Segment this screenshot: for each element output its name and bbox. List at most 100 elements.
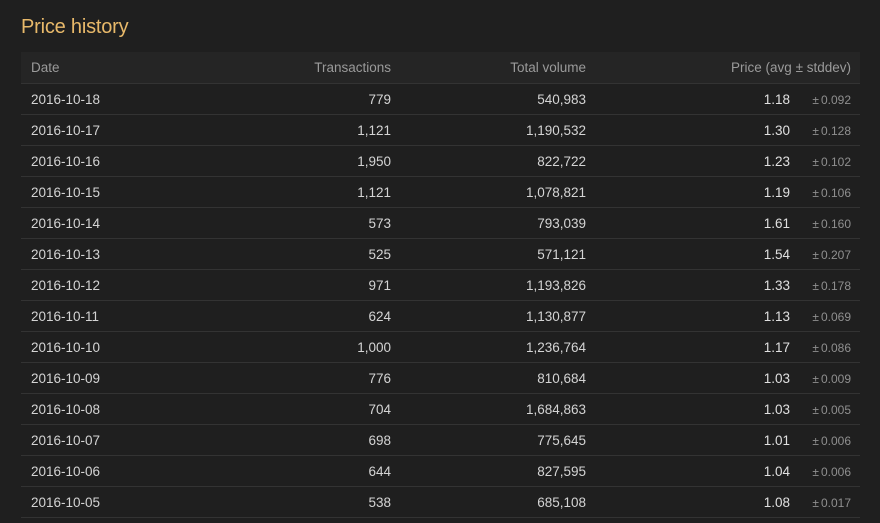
plus-minus-symbol: ±	[812, 433, 819, 448]
cell-date: 2016-10-06	[21, 455, 221, 487]
stddev-value: 0.106	[820, 185, 851, 200]
cell-transactions: 971	[221, 269, 391, 301]
price-average: 1.03	[763, 401, 790, 417]
plus-minus-symbol: ±	[812, 464, 819, 479]
cell-price: 1.13 ±0.069	[586, 300, 860, 332]
cell-date: 2016-10-12	[21, 269, 221, 301]
cell-total-volume: 775,645	[391, 424, 586, 456]
cell-total-volume: 1,190,532	[391, 114, 586, 146]
cell-total-volume: 793,039	[391, 207, 586, 239]
table-header: Date Transactions Total volume Price (av…	[21, 52, 860, 84]
cell-price: 1.19 ±0.106	[586, 176, 860, 208]
price-average: 1.23	[763, 153, 790, 169]
plus-minus-symbol: ±	[812, 216, 819, 231]
stddev-value: 0.006	[820, 433, 851, 448]
price-average: 1.18	[763, 91, 790, 107]
price-stddev: ±0.069	[790, 310, 851, 324]
price-average: 1.54	[763, 246, 790, 262]
column-header-transactions[interactable]: Transactions	[221, 52, 391, 84]
price-stddev: ±0.102	[790, 155, 851, 169]
stddev-value: 0.092	[820, 92, 851, 107]
table-row: 2016-10-11 624 1,130,877 1.13 ±0.069	[21, 300, 860, 332]
plus-minus-symbol: ±	[812, 247, 819, 262]
cell-total-volume: 1,236,764	[391, 331, 586, 363]
cell-transactions: 704	[221, 393, 391, 425]
cell-price: 1.17 ±0.086	[586, 331, 860, 363]
price-average: 1.17	[763, 339, 790, 355]
cell-transactions: 1,121	[221, 114, 391, 146]
price-stddev: ±0.006	[790, 434, 851, 448]
cell-date: 2016-10-14	[21, 207, 221, 239]
plus-minus-symbol: ±	[812, 123, 819, 138]
table-row: 2016-10-07 698 775,645 1.01 ±0.006	[21, 424, 860, 456]
cell-price: 1.54 ±0.207	[586, 238, 860, 270]
stddev-value: 0.005	[820, 402, 851, 417]
stddev-value: 0.128	[820, 123, 851, 138]
cell-total-volume: 822,722	[391, 145, 586, 177]
plus-minus-symbol: ±	[812, 309, 819, 324]
price-stddev: ±0.017	[790, 496, 851, 510]
stddev-value: 0.006	[820, 464, 851, 479]
cell-total-volume: 540,983	[391, 83, 586, 115]
table-row: 2016-10-16 1,950 822,722 1.23 ±0.102	[21, 145, 860, 177]
table-row: 2016-10-17 1,121 1,190,532 1.30 ±0.128	[21, 114, 860, 146]
cell-date: 2016-10-13	[21, 238, 221, 270]
price-stddev: ±0.178	[790, 279, 851, 293]
stddev-value: 0.069	[820, 309, 851, 324]
plus-minus-symbol: ±	[812, 402, 819, 417]
cell-total-volume: 1,130,877	[391, 300, 586, 332]
cell-date: 2016-10-16	[21, 145, 221, 177]
price-average: 1.04	[763, 463, 790, 479]
cell-date: 2016-10-05	[21, 486, 221, 518]
cell-price: 1.08 ±0.017	[586, 486, 860, 518]
price-history-table-container: Date Transactions Total volume Price (av…	[21, 52, 860, 518]
table-row: 2016-10-14 573 793,039 1.61 ±0.160	[21, 207, 860, 239]
table-row: 2016-10-09 776 810,684 1.03 ±0.009	[21, 362, 860, 394]
stddev-value: 0.160	[820, 216, 851, 231]
cell-price: 1.61 ±0.160	[586, 207, 860, 239]
plus-minus-symbol: ±	[812, 371, 819, 386]
cell-date: 2016-10-18	[21, 83, 221, 115]
column-header-price[interactable]: Price (avg ± stddev)	[586, 52, 860, 84]
price-stddev: ±0.086	[790, 341, 851, 355]
price-average: 1.19	[763, 184, 790, 200]
column-header-date[interactable]: Date	[21, 52, 221, 84]
table-row: 2016-10-06 644 827,595 1.04 ±0.006	[21, 455, 860, 487]
price-stddev: ±0.006	[790, 465, 851, 479]
price-history-table: Date Transactions Total volume Price (av…	[21, 52, 860, 518]
cell-transactions: 1,000	[221, 331, 391, 363]
price-average: 1.03	[763, 370, 790, 386]
cell-transactions: 644	[221, 455, 391, 487]
cell-price: 1.18 ±0.092	[586, 83, 860, 115]
cell-price: 1.03 ±0.005	[586, 393, 860, 425]
cell-total-volume: 1,684,863	[391, 393, 586, 425]
cell-total-volume: 571,121	[391, 238, 586, 270]
cell-total-volume: 1,078,821	[391, 176, 586, 208]
cell-price: 1.04 ±0.006	[586, 455, 860, 487]
table-row: 2016-10-10 1,000 1,236,764 1.17 ±0.086	[21, 331, 860, 363]
cell-transactions: 1,950	[221, 145, 391, 177]
stddev-value: 0.102	[820, 154, 851, 169]
price-stddev: ±0.005	[790, 403, 851, 417]
plus-minus-symbol: ±	[812, 154, 819, 169]
cell-date: 2016-10-09	[21, 362, 221, 394]
cell-transactions: 624	[221, 300, 391, 332]
price-stddev: ±0.106	[790, 186, 851, 200]
cell-price: 1.30 ±0.128	[586, 114, 860, 146]
cell-price: 1.33 ±0.178	[586, 269, 860, 301]
cell-date: 2016-10-11	[21, 300, 221, 332]
plus-minus-symbol: ±	[812, 340, 819, 355]
stddev-value: 0.009	[820, 371, 851, 386]
price-average: 1.61	[763, 215, 790, 231]
cell-price: 1.01 ±0.006	[586, 424, 860, 456]
price-stddev: ±0.160	[790, 217, 851, 231]
price-average: 1.13	[763, 308, 790, 324]
plus-minus-symbol: ±	[812, 185, 819, 200]
cell-transactions: 1,121	[221, 176, 391, 208]
cell-total-volume: 827,595	[391, 455, 586, 487]
cell-date: 2016-10-07	[21, 424, 221, 456]
column-header-total-volume[interactable]: Total volume	[391, 52, 586, 84]
cell-date: 2016-10-08	[21, 393, 221, 425]
cell-total-volume: 1,193,826	[391, 269, 586, 301]
table-body: 2016-10-18 779 540,983 1.18 ±0.092 2016-10-17…	[21, 83, 860, 518]
